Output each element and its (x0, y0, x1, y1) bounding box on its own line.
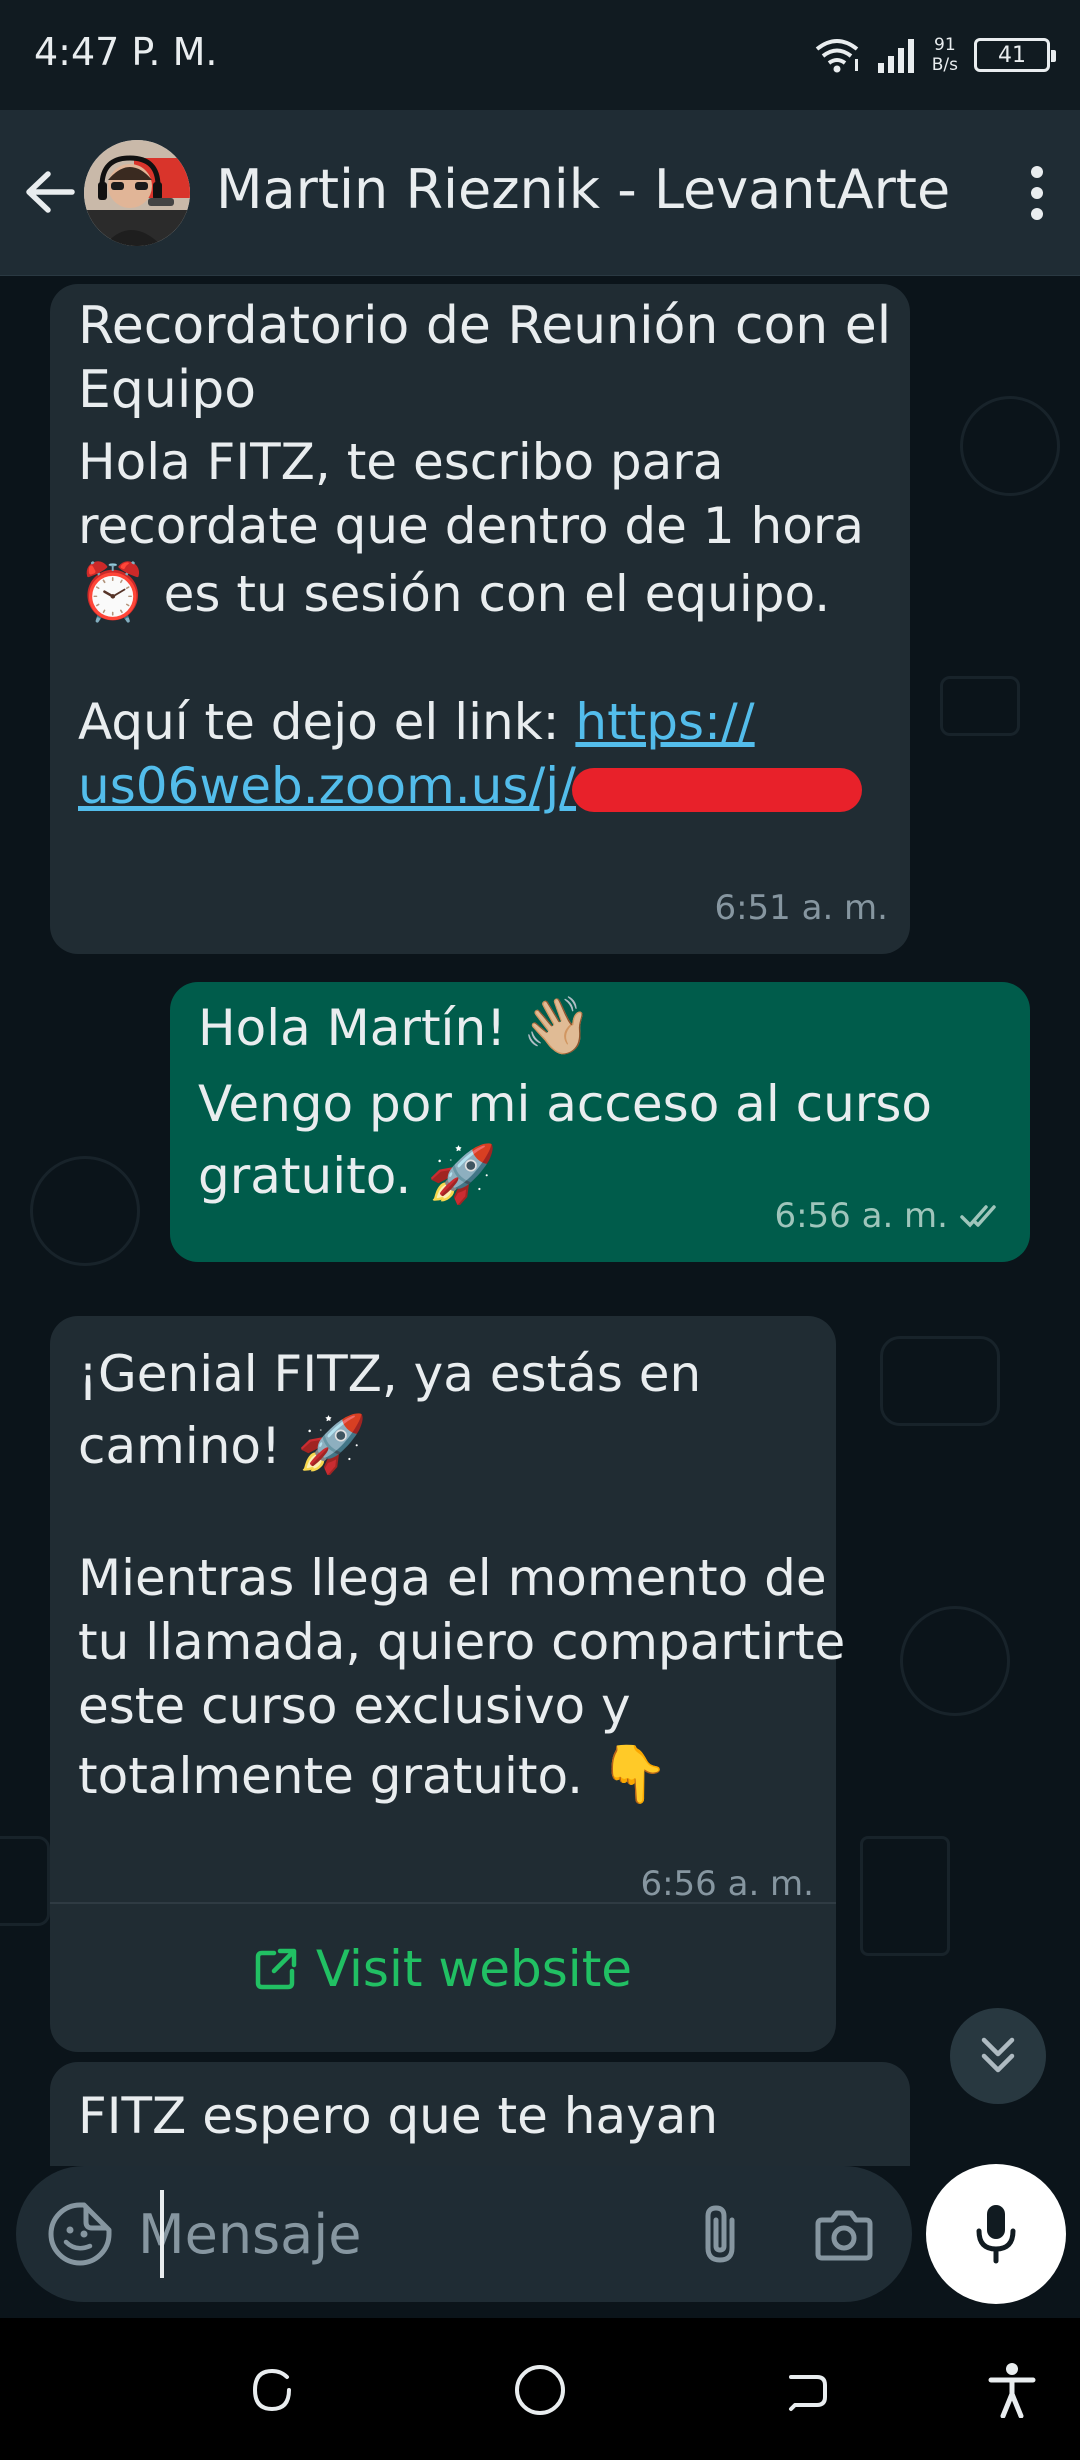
visit-website-button[interactable]: Visit website (50, 1904, 836, 2034)
menu-dot (1031, 187, 1043, 199)
recents-icon (252, 2368, 291, 2412)
back-nav-button[interactable] (772, 2354, 844, 2426)
more-vert-icon[interactable] (1008, 158, 1066, 228)
wallpaper-doodle (30, 1156, 140, 1266)
contact-name[interactable]: Martin Rieznik - LevantArte (216, 158, 950, 221)
message-link-line: us06web.zoom.us/j/ (78, 754, 882, 818)
status-icons: 91 B/s 41 (814, 30, 1056, 80)
scroll-to-bottom-button[interactable] (950, 2008, 1046, 2104)
accessibility-button[interactable] (976, 2354, 1048, 2426)
message-text-line: Hola FITZ, te escribo para (78, 433, 724, 491)
signal-icon (877, 39, 914, 73)
message-title-line: Recordatorio de Reunión con el (78, 296, 892, 356)
message-text: es tu sesión con el equipo. (163, 565, 831, 623)
wallpaper-doodle (960, 396, 1060, 496)
menu-dot (1031, 208, 1043, 220)
message-meta: 6:56 a. m. (774, 1184, 1008, 1248)
text-cursor (160, 2190, 164, 2278)
wallpaper-doodle (880, 1336, 1000, 1426)
avatar-photo (84, 140, 190, 246)
paperclip-icon (705, 2205, 735, 2263)
home-circle-icon (515, 2365, 565, 2415)
microphone-icon (976, 2205, 1016, 2264)
message-text: totalmente gratuito. (78, 1747, 584, 1805)
redaction-mark (572, 767, 862, 812)
link-prefix: Aquí te dejo el link: (78, 693, 576, 751)
attach-button[interactable] (682, 2196, 758, 2272)
back-nav-icon (789, 2375, 827, 2411)
chat-area[interactable]: Recordatorio de Reunión con el Equipo Ho… (0, 276, 1080, 2166)
message-text-line-with-emoji: Hola Martín! 👋🏼 (198, 996, 1002, 1068)
network-speed: 91 B/s (932, 35, 958, 75)
accessibility-icon (988, 2363, 1036, 2418)
message-text-line-with-emoji: totalmente gratuito. 👇 (78, 1738, 808, 1814)
camera-icon (815, 2210, 873, 2261)
contact-avatar[interactable] (84, 140, 190, 246)
double-check-icon (960, 1205, 996, 1228)
battery-icon: 41 (974, 38, 1056, 72)
message-bubble-incoming[interactable]: ¡Genial FITZ, ya estás en camino! 🚀 Mien… (50, 1316, 846, 2052)
message-text-line: recordate que dentro de 1 hora (78, 497, 865, 555)
back-arrow-icon (26, 171, 75, 213)
whatsapp-chat-screen: 4:47 P. M. 91 B/s 41 Martin Rieznik - Le… (0, 0, 1080, 2460)
status-time: 4:47 P. M. (34, 30, 218, 74)
net-speed-unit: B/s (931, 55, 958, 75)
message-link-line: Aquí te dejo el link: https:// (78, 690, 882, 754)
message-time: 6:56 a. m. (774, 1196, 948, 1236)
wifi-icon (815, 39, 858, 73)
message-text: Hola Martín! (198, 999, 507, 1057)
message-bubble-outgoing[interactable]: Hola Martín! 👋🏼 Vengo por mi acceso al c… (170, 982, 1030, 1262)
message-input[interactable] (138, 2188, 658, 2280)
wallpaper-doodle (940, 676, 1020, 736)
message-text-line: tu llamada, quiero compartirte (78, 1613, 846, 1671)
message-text-line: Mientras llega el momento de (78, 1549, 827, 1607)
chat-header: Martin Rieznik - LevantArte (0, 110, 1080, 276)
message-text: gratuito. (198, 1147, 412, 1205)
zoom-link[interactable]: https:// (575, 693, 754, 751)
system-navigation-bar (0, 2318, 1080, 2460)
wallpaper-doodle (860, 1836, 950, 1956)
visit-website-label: Visit website (315, 1940, 633, 1998)
rocket-emoji: 🚀 (427, 1142, 497, 1207)
wallpaper-doodle (0, 1836, 50, 1926)
message-title-line: Equipo (78, 360, 257, 420)
external-link-icon (255, 1948, 297, 1990)
message-bubble-incoming[interactable]: Recordatorio de Reunión con el Equipo Ho… (50, 284, 910, 954)
message-composer (16, 2166, 912, 2302)
camera-button[interactable] (806, 2198, 882, 2274)
message-title: Recordatorio de Reunión con el Equipo (78, 294, 892, 422)
waving-hand-emoji: 👋🏼 (522, 994, 592, 1059)
message-bubble-incoming[interactable]: FITZ espero que te hayan (50, 2062, 910, 2166)
voice-record-button[interactable] (926, 2164, 1066, 2304)
double-chevron-down-icon (981, 2037, 1015, 2073)
message-meta: 6:51 a. m. (714, 876, 888, 940)
sticker-icon (48, 2202, 112, 2266)
back-button[interactable] (18, 160, 82, 224)
wallpaper-doodle (900, 1606, 1010, 1716)
sticker-button[interactable] (46, 2200, 114, 2268)
status-bar: 4:47 P. M. 91 B/s 41 (0, 0, 1080, 110)
battery-level: 41 (998, 42, 1026, 68)
message-text-line: FITZ espero que te hayan (78, 2087, 719, 2145)
menu-dot (1031, 166, 1043, 178)
zoom-link[interactable]: us06web.zoom.us/j/ (78, 757, 576, 815)
alarm-clock-emoji: ⏰ (78, 560, 148, 625)
rocket-emoji: 🚀 (296, 1412, 367, 1477)
pointing-down-emoji: 👇 (598, 1742, 669, 1807)
message-time: 6:51 a. m. (714, 888, 888, 928)
message-text-line: ¡Genial FITZ, ya estás en (78, 1345, 702, 1403)
message-text-line-with-emoji: ⏰ es tu sesión con el equipo. (78, 562, 882, 626)
message-text: camino! (78, 1417, 282, 1475)
message-text-line: Vengo por mi acceso al curso (198, 1075, 932, 1133)
recents-button[interactable] (236, 2354, 308, 2426)
message-text-line-with-emoji: camino! 🚀 (78, 1410, 808, 1482)
home-button[interactable] (504, 2354, 576, 2426)
message-text-line: este curso exclusivo y (78, 1677, 631, 1735)
net-speed-value: 91 (934, 35, 956, 55)
